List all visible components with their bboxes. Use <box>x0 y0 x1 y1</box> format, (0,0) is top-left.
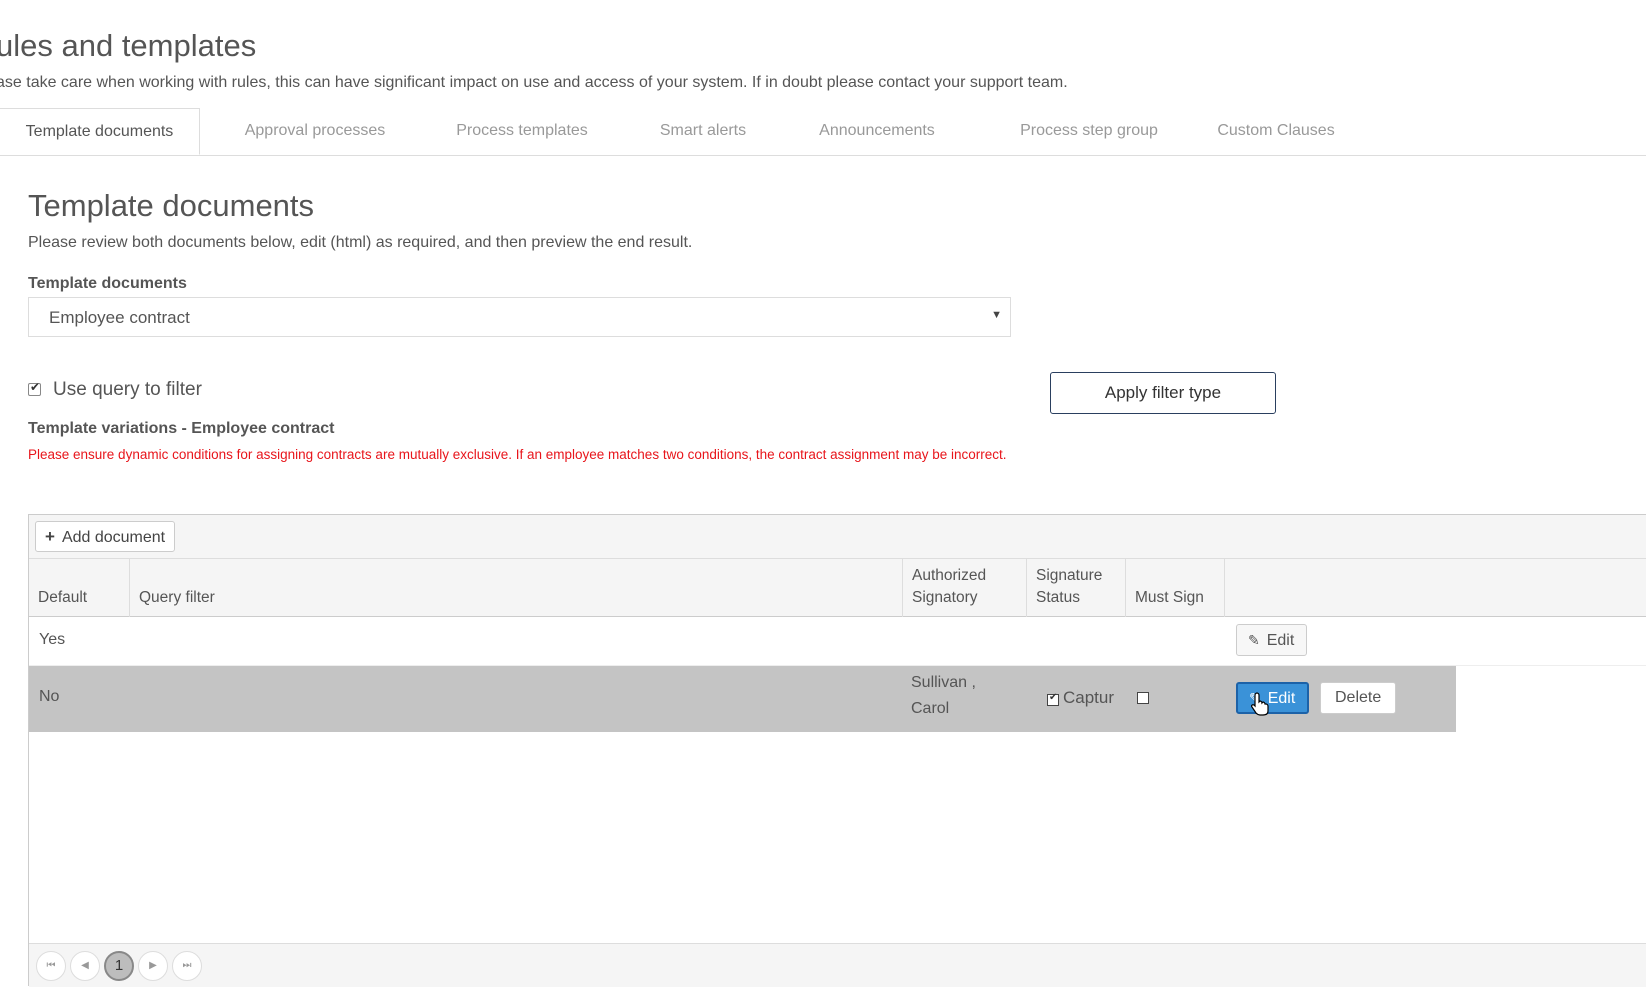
check-icon: ✔ <box>30 380 41 394</box>
check-icon: ✔ <box>1049 692 1058 703</box>
column-header-actions <box>1225 559 1646 617</box>
use-query-checkbox[interactable]: ✔ <box>28 380 41 396</box>
variations-title: Template variations - Employee contract <box>28 420 335 437</box>
page-number-current[interactable]: 1 <box>104 951 134 981</box>
pencil-icon: ✎ <box>1248 632 1260 648</box>
plus-icon: + <box>45 527 55 546</box>
grid-header: Default Query filter Authorized Signator… <box>29 559 1646 617</box>
tab-smart-alerts[interactable]: Smart alerts <box>647 108 759 154</box>
must-sign-checkbox[interactable] <box>1137 692 1149 704</box>
delete-button[interactable]: Delete <box>1320 682 1397 714</box>
cell-default: Yes <box>39 631 66 648</box>
tab-template-documents[interactable]: Template documents <box>0 108 200 155</box>
first-page-icon[interactable]: ⏮ <box>36 951 66 981</box>
template-variations-grid: + Add document Default Query filter Autho… <box>28 514 1646 987</box>
caret-down-icon: ▼ <box>991 309 1002 321</box>
tab-process-templates[interactable]: Process templates <box>440 108 604 154</box>
next-page-icon[interactable]: ▶ <box>138 951 168 981</box>
table-row-selected[interactable]: No Sullivan , Carol ✔ Captur ✎Edit Delet… <box>29 666 1456 732</box>
last-page-icon[interactable]: ⏭ <box>172 951 202 981</box>
template-select-value: Employee contract <box>49 308 190 327</box>
tab-custom-clauses[interactable]: Custom Clauses <box>1207 108 1345 154</box>
signature-status-checkbox[interactable]: ✔ <box>1047 692 1059 706</box>
page-subtitle: ase take care when working with rules, t… <box>0 74 1068 91</box>
use-query-label: Use query to filter <box>53 379 202 400</box>
template-select-label: Template documents <box>28 275 187 292</box>
edit-label: Edit <box>1266 632 1295 649</box>
cell-signature-status: Captur <box>1063 688 1115 707</box>
column-header-default[interactable]: Default <box>29 559 130 617</box>
hand-cursor-icon <box>1251 692 1269 716</box>
apply-filter-type-button[interactable]: Apply filter type <box>1050 372 1276 414</box>
table-row[interactable]: Yes ✎ Edit <box>29 617 1646 666</box>
grid-pager: ⏮ ◀ 1 ▶ ⏭ <box>29 943 1646 987</box>
tab-process-step-group[interactable]: Process step group <box>997 108 1181 154</box>
cell-signatory-line1: Sullivan , <box>911 674 976 691</box>
edit-button[interactable]: ✎ Edit <box>1236 624 1308 656</box>
add-document-button[interactable]: + Add document <box>35 521 176 552</box>
column-header-signature-status[interactable]: Signature Status <box>1027 559 1126 617</box>
warning-message: Please ensure dynamic conditions for ass… <box>28 447 1007 462</box>
cell-default: No <box>39 688 60 705</box>
cell-signatory-line2: Carol <box>911 700 950 717</box>
section-title: Template documents <box>28 188 315 223</box>
tab-announcements[interactable]: Announcements <box>806 108 948 154</box>
column-header-authorized-signatory[interactable]: Authorized Signatory <box>903 559 1027 617</box>
page-title: ules and templates <box>0 28 257 63</box>
edit-button-active[interactable]: ✎Edit <box>1236 682 1310 714</box>
prev-page-icon[interactable]: ◀ <box>70 951 100 981</box>
section-description: Please review both documents below, edit… <box>28 234 693 251</box>
column-header-query-filter[interactable]: Query filter <box>130 559 903 617</box>
grid-toolbar: + Add document <box>29 515 1646 559</box>
template-select[interactable]: Employee contract ▼ <box>28 297 1011 337</box>
edit-label: Edit <box>1267 690 1296 707</box>
tab-approval-processes[interactable]: Approval processes <box>230 108 400 154</box>
add-document-label: Add document <box>61 529 166 546</box>
column-header-must-sign[interactable]: Must Sign <box>1126 559 1225 617</box>
tab-bar: Template documents Approval processes Pr… <box>0 108 1646 156</box>
